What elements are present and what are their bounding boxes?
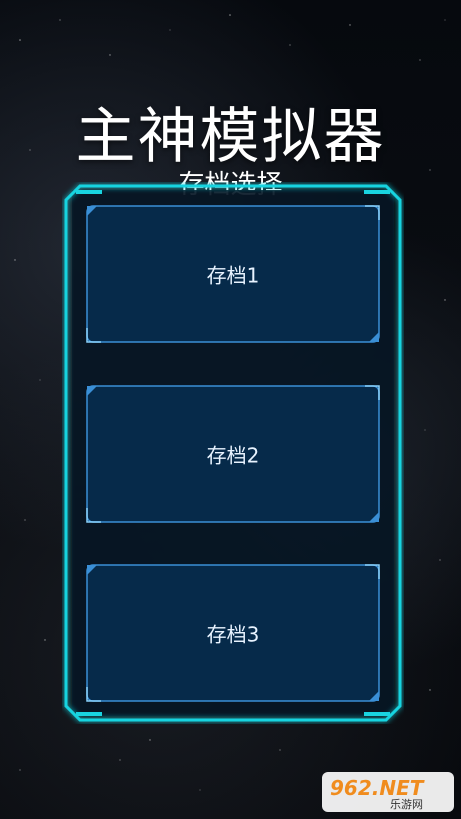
game-title: 主神模拟器 <box>75 102 386 172</box>
save-select-panel: 存档1 存档2 存档3 <box>62 182 404 724</box>
save-slot-label: 存档1 <box>206 263 260 288</box>
save-slot-1[interactable]: 存档1 <box>85 204 381 344</box>
watermark-caption: 乐游网 <box>390 798 423 811</box>
save-slot-label: 存档2 <box>206 443 260 468</box>
save-slot-label: 存档3 <box>206 622 260 647</box>
site-watermark-logo: 962.NET 乐游网 <box>322 772 454 812</box>
save-slot-3[interactable]: 存档3 <box>85 563 381 703</box>
watermark-brand: 962.NET <box>330 776 425 800</box>
save-slot-2[interactable]: 存档2 <box>85 384 381 524</box>
